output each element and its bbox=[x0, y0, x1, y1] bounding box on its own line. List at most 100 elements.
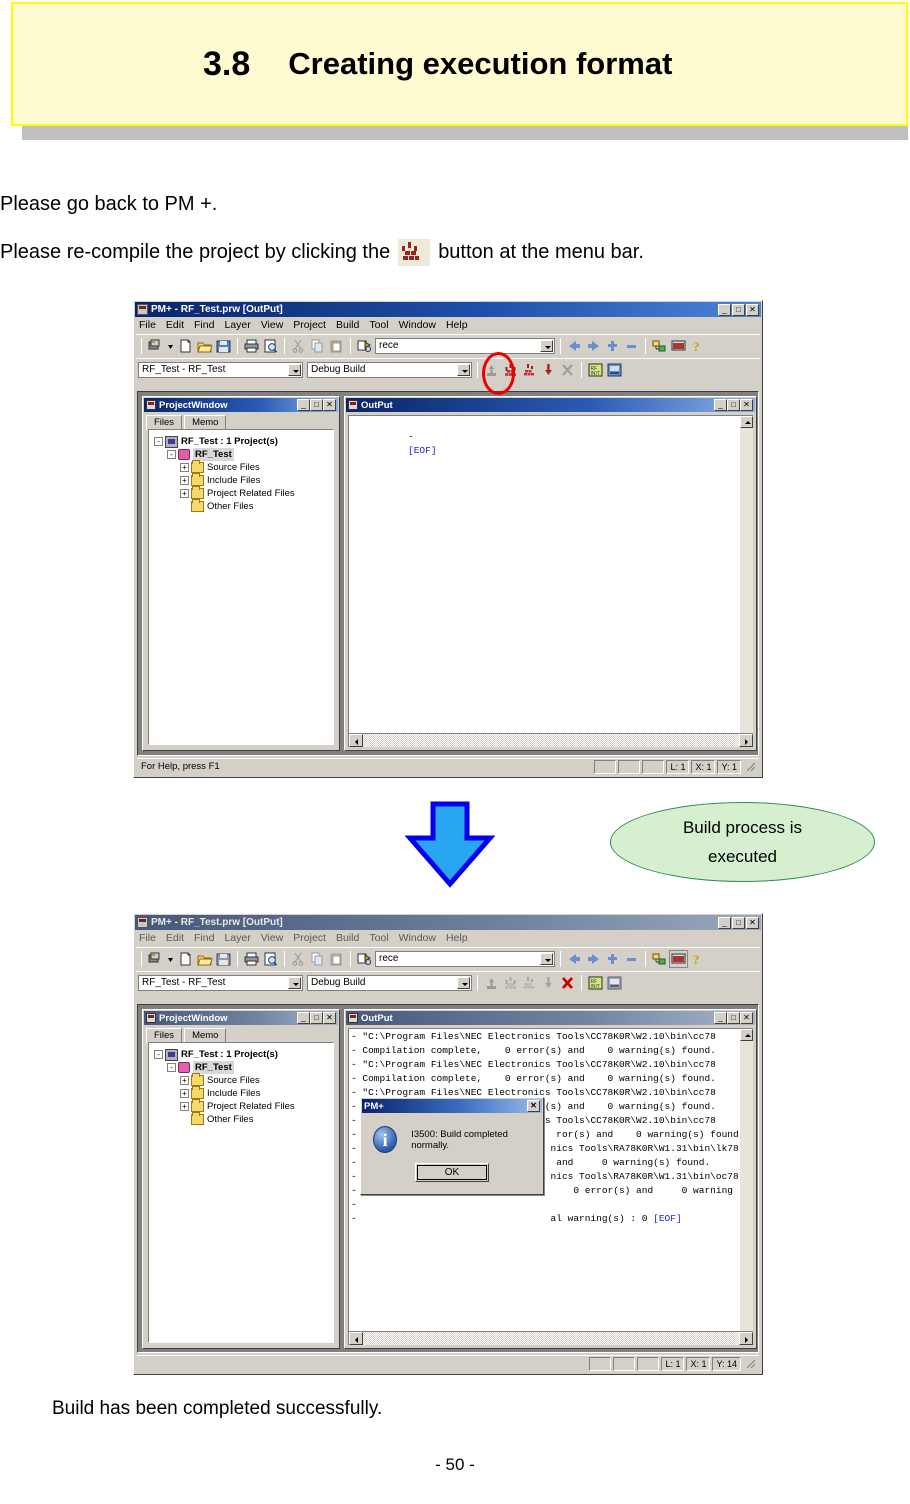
minimize-button[interactable]: _ bbox=[297, 1012, 310, 1024]
help-icon[interactable]: ? bbox=[689, 338, 706, 354]
print-icon[interactable] bbox=[243, 338, 260, 354]
tree-node[interactable]: + Source Files bbox=[154, 1073, 333, 1087]
project-combo[interactable]: RF_Test - RF_Test bbox=[138, 974, 303, 991]
project-tree[interactable]: - RF_Test : 1 Project(s) - RF_Test + Sou… bbox=[148, 1042, 334, 1343]
compile-icon[interactable] bbox=[483, 362, 500, 378]
menu-item-find[interactable]: Find bbox=[194, 932, 214, 945]
tree-expander[interactable]: - bbox=[167, 1063, 176, 1072]
tree-node[interactable]: + Project Related Files bbox=[154, 1099, 333, 1113]
tree-node[interactable]: - RF_Test : 1 Project(s) bbox=[154, 1048, 333, 1061]
menu-item-build[interactable]: Build bbox=[336, 932, 359, 945]
menubar[interactable]: File Edit Find Layer View Project Build … bbox=[134, 931, 762, 946]
tree-expander[interactable]: - bbox=[154, 1050, 163, 1059]
chevron-down-icon[interactable] bbox=[457, 363, 470, 376]
horizontal-scrollbar[interactable] bbox=[349, 1331, 753, 1345]
scroll-right-button[interactable] bbox=[739, 734, 753, 747]
rebuild-icon[interactable] bbox=[521, 362, 538, 378]
output-window-icon[interactable] bbox=[669, 949, 688, 968]
device-icon[interactable] bbox=[606, 362, 623, 378]
tree-node[interactable]: + Include Files bbox=[154, 473, 333, 487]
maximize-button[interactable]: □ bbox=[727, 1012, 740, 1024]
titlebar[interactable]: PM+ - RF_Test.prw [OutPut] _ □ ✕ bbox=[135, 915, 761, 930]
maximize-button[interactable]: □ bbox=[310, 1012, 323, 1024]
tree-node[interactable]: - RF_Test bbox=[154, 448, 333, 461]
tree-node[interactable]: + Source Files bbox=[154, 460, 333, 474]
workspace-icon[interactable] bbox=[147, 951, 164, 967]
build-mode-combo[interactable]: Debug Build bbox=[307, 974, 472, 991]
menu-item-project[interactable]: Project bbox=[293, 319, 326, 332]
chevron-down-icon[interactable] bbox=[166, 338, 175, 354]
chevron-down-icon[interactable] bbox=[457, 976, 470, 989]
new-file-icon[interactable] bbox=[177, 338, 194, 354]
stop-build-icon[interactable] bbox=[559, 975, 576, 991]
menu-item-window[interactable]: Window bbox=[399, 319, 436, 332]
tree-expander[interactable]: - bbox=[167, 450, 176, 459]
maximize-button[interactable]: □ bbox=[732, 303, 745, 316]
new-file-icon[interactable] bbox=[177, 951, 194, 967]
maximize-button[interactable]: □ bbox=[732, 916, 745, 929]
menubar[interactable]: File Edit Find Layer View Project Build … bbox=[134, 318, 762, 333]
close-button[interactable]: ✕ bbox=[746, 916, 759, 929]
output-text-area[interactable]: - [EOF] bbox=[348, 415, 753, 747]
menu-item-build[interactable]: Build bbox=[336, 319, 359, 332]
titlebar[interactable]: PM+ - RF_Test.prw [OutPut] _ □ ✕ bbox=[135, 302, 761, 317]
minimize-button[interactable]: _ bbox=[714, 399, 727, 411]
menu-item-tool[interactable]: Tool bbox=[369, 932, 388, 945]
tree-node[interactable]: Other Files bbox=[154, 1112, 333, 1126]
chevron-down-icon[interactable] bbox=[288, 363, 301, 376]
project-combo[interactable]: RF_Test - RF_Test bbox=[138, 361, 303, 378]
save-icon[interactable] bbox=[215, 338, 232, 354]
menu-item-find[interactable]: Find bbox=[194, 319, 214, 332]
search-icon[interactable] bbox=[356, 338, 373, 354]
scroll-up-button[interactable] bbox=[740, 1029, 753, 1041]
menu-item-file[interactable]: File bbox=[139, 319, 156, 332]
print-preview-icon[interactable] bbox=[262, 338, 279, 354]
print-preview-icon[interactable] bbox=[262, 951, 279, 967]
tree-expander[interactable]: + bbox=[180, 463, 189, 472]
workspace-icon[interactable] bbox=[147, 338, 164, 354]
menu-item-view[interactable]: View bbox=[261, 932, 284, 945]
help-icon[interactable]: ? bbox=[689, 951, 706, 967]
build-toolbar[interactable]: RF_Test - RF_Test Debug Build RF INIT bbox=[136, 971, 760, 993]
menu-item-file[interactable]: File bbox=[139, 932, 156, 945]
menu-item-project[interactable]: Project bbox=[293, 932, 326, 945]
output-window-titlebar[interactable]: OutPut _ □ ✕ bbox=[346, 398, 755, 412]
main-toolbar[interactable]: rece ? bbox=[136, 947, 760, 969]
scroll-up-button[interactable] bbox=[740, 416, 753, 428]
menu-item-view[interactable]: View bbox=[261, 319, 284, 332]
minimize-button[interactable]: _ bbox=[714, 1012, 727, 1024]
pm-plus-window-after[interactable]: PM+ - RF_Test.prw [OutPut] _ □ ✕ File Ed… bbox=[133, 913, 763, 1375]
output-window-icon[interactable] bbox=[670, 338, 687, 354]
project-window[interactable]: ProjectWindow _ □ ✕ Files Memo - RF_Test… bbox=[142, 396, 340, 751]
menu-item-tool[interactable]: Tool bbox=[369, 319, 388, 332]
save-icon[interactable] bbox=[215, 951, 232, 967]
minimize-button[interactable]: _ bbox=[718, 916, 731, 929]
tree-expander[interactable]: - bbox=[154, 437, 163, 446]
tree-node[interactable]: - RF_Test bbox=[154, 1061, 333, 1074]
chevron-down-icon[interactable] bbox=[288, 976, 301, 989]
tree-expander[interactable]: + bbox=[180, 476, 189, 485]
project-window-titlebar[interactable]: ProjectWindow _ □ ✕ bbox=[144, 1011, 338, 1025]
menu-item-help[interactable]: Help bbox=[446, 932, 468, 945]
minimize-button[interactable]: _ bbox=[718, 303, 731, 316]
main-toolbar[interactable]: rece ? bbox=[136, 334, 760, 356]
resize-grip[interactable] bbox=[745, 761, 757, 773]
window-buttons[interactable]: _ □ ✕ bbox=[718, 303, 759, 316]
build-completed-dialog[interactable]: PM+ ✕ i I3500: Build completed normally.… bbox=[360, 1097, 544, 1195]
pm-plus-window-before[interactable]: PM+ - RF_Test.prw [OutPut] _ □ ✕ File Ed… bbox=[133, 300, 763, 778]
tree-expander[interactable]: + bbox=[180, 1089, 189, 1098]
device-icon[interactable] bbox=[606, 975, 623, 991]
close-icon[interactable]: ✕ bbox=[527, 1100, 540, 1112]
close-button[interactable]: ✕ bbox=[740, 399, 753, 411]
project-window-icon[interactable] bbox=[651, 951, 668, 967]
menu-item-layer[interactable]: Layer bbox=[224, 932, 250, 945]
tree-node[interactable]: - RF_Test : 1 Project(s) bbox=[154, 435, 333, 448]
close-button[interactable]: ✕ bbox=[746, 303, 759, 316]
project-window-titlebar[interactable]: ProjectWindow _ □ ✕ bbox=[144, 398, 338, 412]
scroll-left-button[interactable] bbox=[349, 1332, 363, 1345]
print-icon[interactable] bbox=[243, 951, 260, 967]
output-window[interactable]: OutPut _ □ ✕ - [EOF] bbox=[344, 396, 757, 751]
vertical-scrollbar[interactable] bbox=[740, 416, 753, 733]
search-icon[interactable] bbox=[356, 951, 373, 967]
build-toolbar[interactable]: RF_Test - RF_Test Debug Build RF INIT bbox=[136, 358, 760, 380]
